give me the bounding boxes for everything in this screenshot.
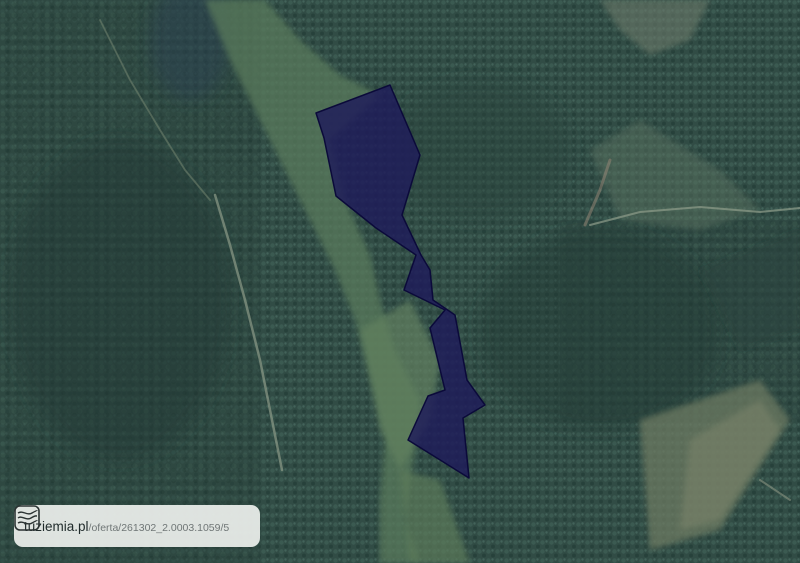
attribution-text: tuziemia.pl/oferta/261302_2.0003.1059/5: [24, 518, 229, 534]
satellite-map[interactable]: tuziemia.pl/oferta/261302_2.0003.1059/5: [0, 0, 800, 563]
attribution-badge[interactable]: tuziemia.pl/oferta/261302_2.0003.1059/5: [14, 505, 260, 547]
map-imagery: [0, 0, 800, 563]
offer-path: /oferta/261302_2.0003.1059/5: [88, 522, 230, 534]
contour-map-icon: [14, 505, 40, 531]
